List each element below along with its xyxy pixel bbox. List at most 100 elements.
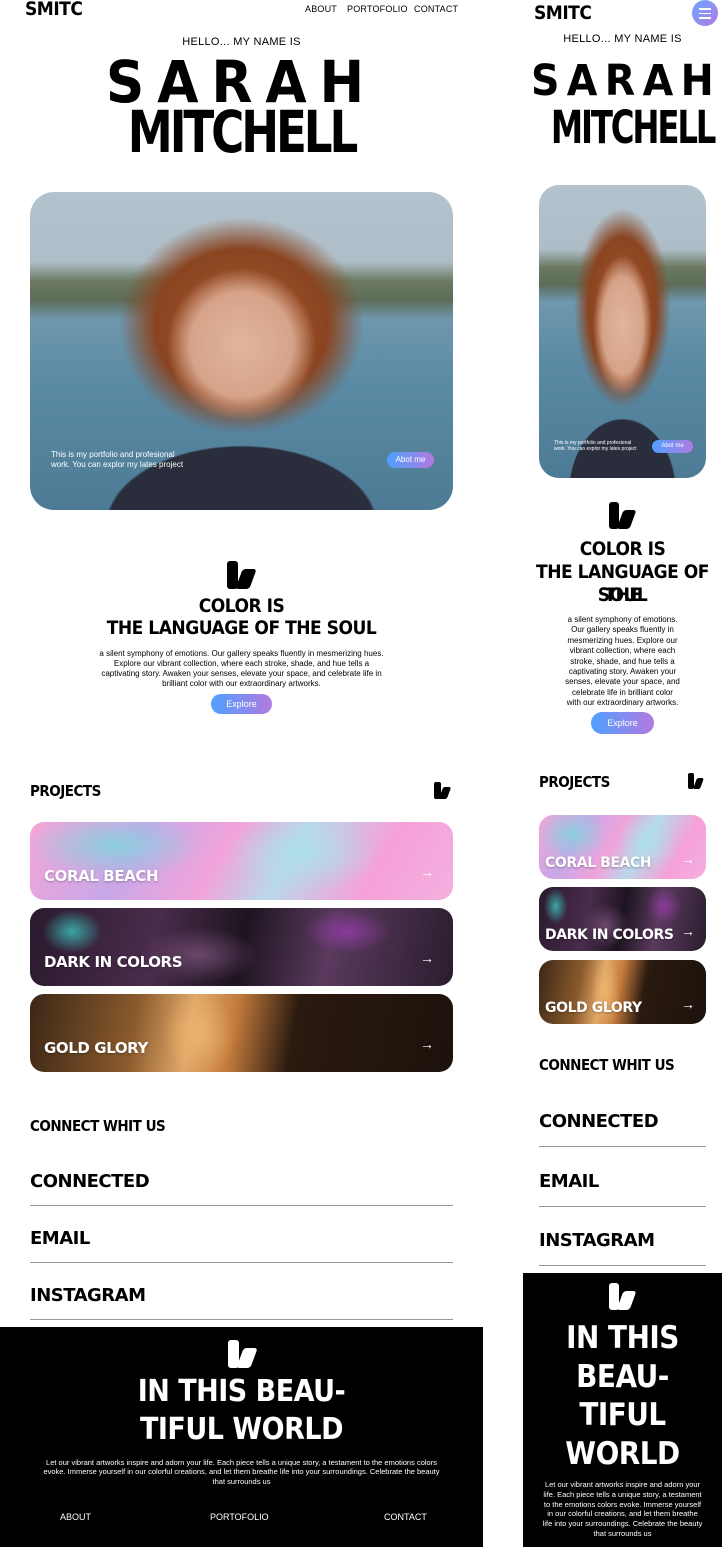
projects-palette-icon	[434, 782, 452, 799]
color-title-line2: THE LANGUAGE OF THE SOUL	[106, 617, 377, 639]
arrow-right-icon: →	[681, 851, 695, 867]
arrow-right-icon: →	[420, 950, 434, 966]
arrow-right-icon: →	[681, 996, 695, 1012]
color-body-line2: Explore our vibrant collection, where ea…	[113, 659, 370, 668]
footer: IN THIS BEAU- TIFUL WORLD Let our vibran…	[0, 1327, 483, 1547]
mobile-footer: IN THIS BEAU- TIFUL WORLD Let our vibran…	[523, 1273, 722, 1547]
footer-palette-icon	[228, 1340, 258, 1368]
explore-button[interactable]: Explore	[211, 694, 272, 714]
divider	[30, 1262, 453, 1263]
hero-hello: HELLO... MY NAME IS	[182, 36, 301, 48]
palette-icon	[227, 561, 257, 589]
mobile-hero-last-name: MITCHELL	[550, 101, 717, 154]
mobile-brand-logo[interactable]: SMITC	[534, 2, 592, 24]
mobile-color-title-line1: COLOR IS	[579, 538, 666, 560]
mobile-connect-email-link[interactable]: EMAIL	[539, 1171, 599, 1192]
brand-logo[interactable]: SMITC	[25, 0, 83, 20]
footer-body-line2: evoke. Immerse yourself in our colorful …	[43, 1467, 440, 1477]
mobile-projects-heading: PROJECTS	[539, 773, 610, 791]
mobile-project-card-dark-in-colors[interactable]: DARK IN COLORS →	[539, 887, 706, 951]
mobile-connect-heading: CONNECT WHIT US	[539, 1056, 675, 1074]
project-card-coral-beach[interactable]: CORAL BEACH →	[30, 822, 453, 900]
mobile-color-body-line: vibrant collection, where each	[569, 646, 676, 656]
color-body-line4: brilliant color with our extraordinary a…	[162, 679, 321, 688]
mobile-color-title-line3: SOUL	[597, 584, 648, 606]
hero-portrait-photo: This is my portfolio and profesional wor…	[30, 192, 453, 510]
mobile-color-body-line: senses, elevate your space, and	[565, 677, 680, 687]
hero-last-name: MITCHELL	[127, 98, 359, 166]
about-me-button[interactable]: Abot me	[387, 452, 434, 468]
divider	[30, 1205, 453, 1206]
nav-portfolio[interactable]: PORTOFOLIO	[347, 4, 408, 14]
mobile-color-body-line: mesmerizing hues. Explore our	[567, 635, 678, 645]
mobile-hero-caption-line2: work. You can explor my lates project	[554, 446, 637, 453]
mobile-footer-body-line: life. Each piece tells a unique story, a…	[543, 1489, 702, 1499]
mobile-color-body-line: with our extraordinary artworks.	[566, 698, 679, 708]
footer-body-line1: Let our vibrant artworks inspire and ado…	[46, 1458, 437, 1467]
color-body-line1: a silent symphony of emotions. Our galle…	[99, 649, 384, 658]
connect-connected-link[interactable]: CONNECTED	[30, 1171, 150, 1192]
nav-contact[interactable]: CONTACT	[414, 4, 458, 14]
mobile-footer-title-line: IN THIS	[566, 1320, 679, 1356]
footer-contact-link[interactable]: CONTACT	[384, 1512, 427, 1522]
mobile-explore-button[interactable]: Explore	[591, 712, 654, 734]
project-label: CORAL BEACH	[44, 867, 159, 885]
footer-about-link[interactable]: ABOUT	[60, 1512, 91, 1522]
project-label: GOLD GLORY	[545, 1000, 642, 1016]
projects-heading: PROJECTS	[30, 782, 101, 800]
hero-caption-line1: This is my portfolio and profesional	[51, 450, 175, 459]
project-card-gold-glory[interactable]: GOLD GLORY →	[30, 994, 453, 1072]
mobile-connect-connected-link[interactable]: CONNECTED	[539, 1111, 659, 1132]
mobile-color-body-line: captivating story. Awaken your	[568, 666, 677, 676]
mobile-color-body-line: stroke, shade, and hue tells a	[570, 656, 675, 666]
mobile-footer-body-line: to the emotions colors evoke. Immerse yo…	[543, 1499, 702, 1509]
menu-icon[interactable]	[692, 0, 718, 26]
mobile-project-card-coral-beach[interactable]: CORAL BEACH →	[539, 815, 706, 879]
desktop-layout: SMITC ABOUT PORTOFOLIO CONTACT HELLO... …	[0, 0, 483, 1547]
project-card-dark-in-colors[interactable]: DARK IN COLORS →	[30, 908, 453, 986]
mobile-footer-palette-icon	[609, 1283, 637, 1310]
project-label: CORAL BEACH	[545, 855, 652, 871]
mobile-color-body-line: a silent symphony of emotions.	[567, 615, 678, 624]
color-title-line1: COLOR IS	[198, 595, 285, 617]
mobile-project-card-gold-glory[interactable]: GOLD GLORY →	[539, 960, 706, 1024]
mobile-hero-portrait-photo: This is my portfolio and profesional wor…	[539, 185, 706, 478]
footer-body-text: Let our vibrant artworks inspire and ado…	[20, 1458, 463, 1486]
color-body-text: a silent symphony of emotions. Our galle…	[60, 649, 423, 689]
mobile-color-body-text: a silent symphony of emotions. Our galle…	[543, 615, 702, 709]
mobile-about-me-button[interactable]: Abot me	[652, 440, 693, 453]
project-label: GOLD GLORY	[44, 1039, 148, 1057]
mobile-footer-title-line: WORLD	[565, 1435, 680, 1472]
hero-caption: This is my portfolio and profesional wor…	[51, 450, 183, 471]
connect-heading: CONNECT WHIT US	[30, 1117, 166, 1135]
mobile-hero-caption: This is my portfolio and profesional wor…	[554, 440, 637, 453]
footer-title-line2: TIFUL WORLD	[139, 1412, 344, 1447]
mobile-footer-body-line: life into your surroundings. Celebrate t…	[542, 1519, 703, 1528]
mobile-color-body-line: Our gallery speaks fluently in	[571, 625, 674, 635]
nav-about[interactable]: ABOUT	[305, 4, 337, 14]
project-label: DARK IN COLORS	[545, 927, 674, 943]
mobile-footer-body-line: in our colorful creations, and let them …	[547, 1509, 698, 1519]
footer-portfolio-link[interactable]: PORTOFOLIO	[210, 1512, 269, 1522]
mobile-color-body-line: celebrate life in brilliant color	[572, 687, 673, 697]
mobile-footer-title: IN THIS BEAU- TIFUL WORLD	[523, 1319, 722, 1473]
mobile-footer-body-line: that surrounds us	[593, 1528, 652, 1538]
arrow-right-icon: →	[420, 1036, 434, 1052]
connect-email-link[interactable]: EMAIL	[30, 1228, 90, 1249]
mobile-footer-body-text: Let our vibrant artworks inspire and ado…	[529, 1480, 716, 1539]
mobile-layout: SMITC HELLO... MY NAME IS SARAH MITCHELL…	[523, 0, 722, 1547]
mobile-hero-first-name: SARAH	[530, 56, 722, 106]
mobile-footer-title-line: TIFUL	[579, 1397, 666, 1433]
arrow-right-icon: →	[420, 864, 434, 880]
connect-instagram-link[interactable]: INSTAGRAM	[30, 1285, 146, 1306]
project-label: DARK IN COLORS	[44, 953, 183, 971]
divider	[539, 1265, 706, 1266]
mobile-projects-palette-icon	[688, 773, 705, 789]
divider	[539, 1146, 706, 1147]
mobile-connect-instagram-link[interactable]: INSTAGRAM	[539, 1230, 655, 1251]
mobile-palette-icon	[609, 502, 637, 529]
footer-title-line1: IN THIS BEAU-	[137, 1374, 346, 1409]
mobile-footer-body-line: Let our vibrant artworks inspire and ado…	[544, 1480, 701, 1489]
color-body-line3: captivating story. Awaken your senses, e…	[101, 669, 382, 678]
footer-body-line3: that surrounds us	[212, 1476, 271, 1486]
